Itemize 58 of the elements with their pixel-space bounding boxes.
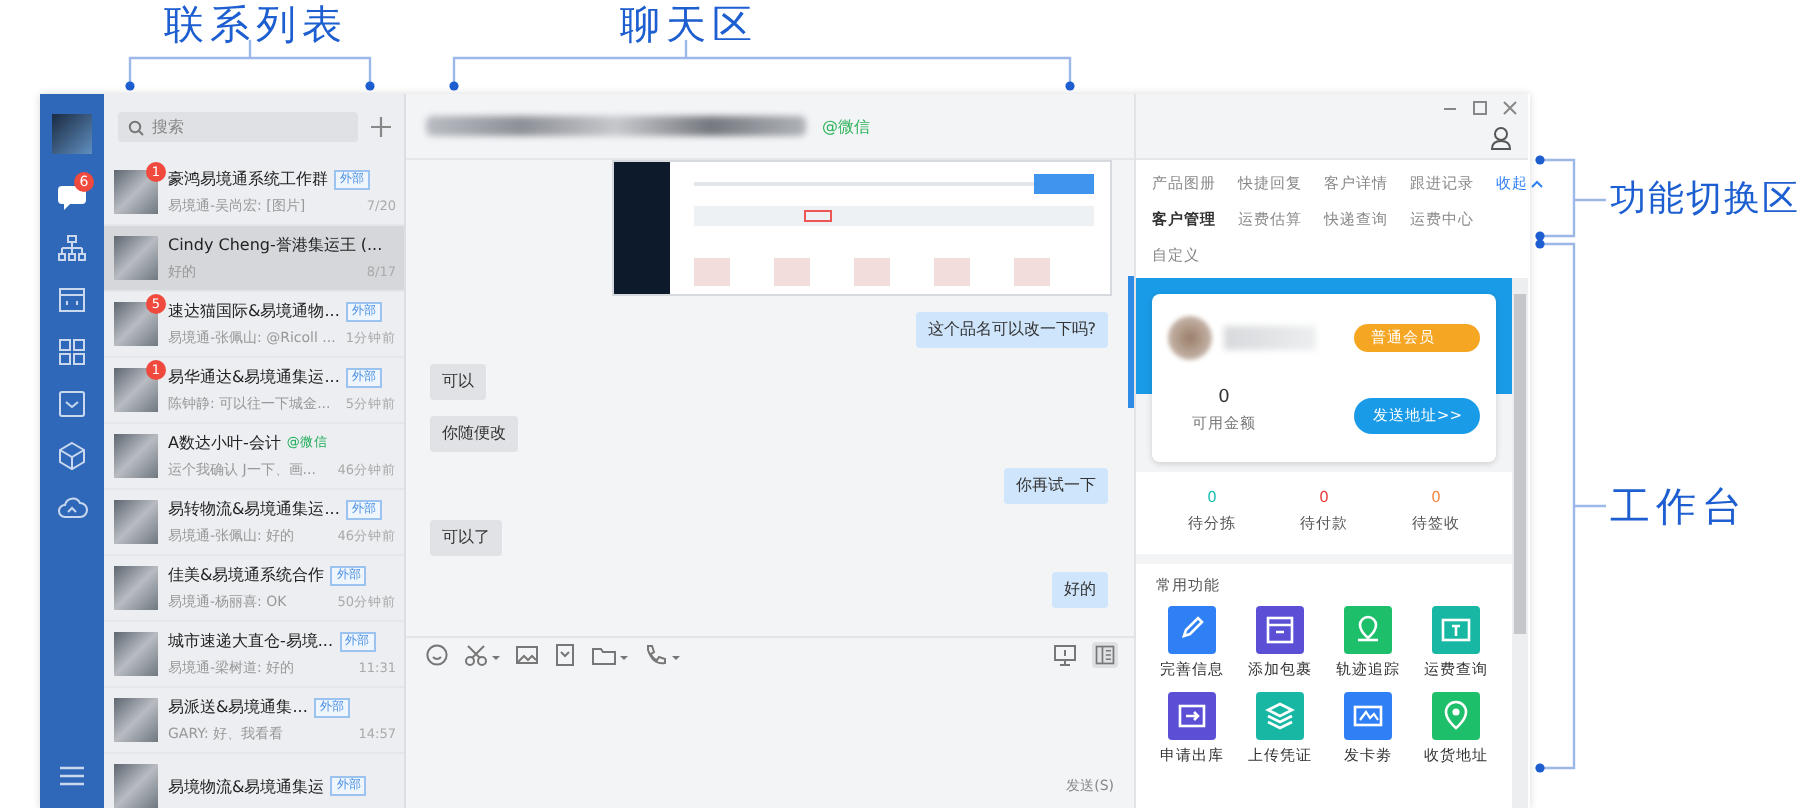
message-bubble: 这个品名可以改一下吗? [915,312,1108,348]
photo-placeholder [114,500,158,544]
photo-placeholder [114,302,158,346]
annotation-label: 联系列表 [164,0,348,48]
avatar-photo-placeholder[interactable] [52,114,92,154]
source-label: @微信 [822,115,870,137]
avatar-placeholder [1168,316,1212,361]
cube-icon [56,440,88,472]
annotation-label: 聊天区 [620,0,758,48]
blurred-name-placeholder [1224,326,1316,351]
photo-placeholder [114,368,158,412]
contact-name: Cindy Cheng-誉港集运王 (... [168,234,383,256]
menu-icon[interactable] [58,764,86,788]
emoji-icon[interactable] [426,644,448,666]
photo-placeholder [114,434,158,478]
photo-placeholder [114,764,158,808]
folder-dropdown-icon[interactable] [592,644,628,666]
screen-icon[interactable] [1054,644,1076,666]
scrollbar-thumb [1128,276,1134,408]
contact-name: 豪鸿易境通系统工作群 [168,168,328,190]
calendar-icon [56,284,88,316]
add-icon[interactable] [370,116,392,138]
message-bubble: 可以了 [430,520,502,556]
phone-dropdown-icon[interactable] [644,644,680,666]
annotation-label: 功能切换区 [1610,176,1800,224]
contact-name: 易境物流&易境通集运 [168,775,325,797]
person-icon[interactable] [1490,126,1512,150]
contact-name: A数达小叶-会计 [168,432,281,454]
close-icon[interactable] [1502,100,1518,116]
contact-name: 速达猫国际&易境通物... [168,300,340,322]
contact-name: 易派送&易境通集... [168,696,308,718]
search-field[interactable]: 搜索 [118,112,358,142]
contact-name: 佳美&易境通系统合作 [168,564,325,586]
caret-icon [1530,178,1544,190]
image-icon[interactable] [516,644,538,666]
message-bubble: 你再试一下 [1004,468,1108,504]
cloud-icon [56,492,88,524]
contact-name: 易华通达&易境通集运... [168,366,340,388]
grid-icon [56,336,88,368]
contact-name: 易转物流&易境通集运... [168,498,340,520]
balance-value: 0 [1218,387,1230,407]
maximize-icon[interactable] [1472,100,1488,116]
photo-placeholder [114,632,158,676]
message-bubble: 你随便改 [430,416,518,452]
message-bubble: 可以 [430,364,486,400]
photo-placeholder [114,566,158,610]
document-icon[interactable] [554,644,576,666]
message-bubble: 好的 [1052,572,1108,608]
photo-placeholder [114,170,158,214]
photo-placeholder [114,698,158,742]
contact-name: 城市速递大直仓-易境... [168,630,334,652]
panel-toggle-icon[interactable] [1092,642,1118,668]
scissors-dropdown-icon[interactable] [464,644,500,666]
org-chart-icon [56,232,88,264]
photo-placeholder [114,236,158,280]
annotation-label: 工作台 [1610,482,1748,530]
search-icon [128,119,144,135]
inbox-icon [56,388,88,420]
